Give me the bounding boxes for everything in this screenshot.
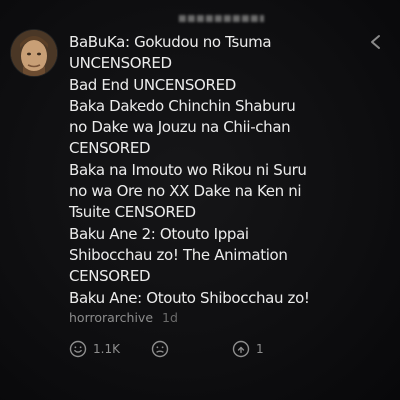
comment-line: no Dake wa Jouzu na Chii-chan [69, 118, 291, 137]
reply-count: 1 [256, 342, 264, 356]
comment-actions: 1.1K 1 [69, 340, 279, 362]
comment-line: Tsuite CENSORED [69, 203, 196, 222]
dislike-button[interactable] [151, 340, 169, 358]
user-avatar-icon [11, 30, 57, 76]
comment-screen: ■■■■■■■■■■■■■ BaBuKa: Gokudou no Tsuma U… [0, 0, 400, 400]
comment-line: no wa Ore no XX Dake na Ken ni [69, 182, 302, 201]
like-count: 1.1K [93, 342, 120, 356]
comment-line: Baku Ane 2: Otouto Ippai [69, 224, 249, 243]
reply-icon [232, 340, 250, 358]
comment-line: Baka na Imouto wo Rikou ni Suru [69, 160, 307, 179]
comment-line: UNCENSORED [69, 54, 172, 73]
comment-line: Bad End UNCENSORED [69, 75, 236, 94]
share-icon[interactable] [366, 32, 386, 52]
author-username[interactable]: horrorarchive [69, 310, 153, 325]
comment-line: CENSORED [69, 139, 151, 158]
comment-line: BaBuKa: Gokudou no Tsuma [69, 33, 272, 51]
comment-line: Baku Ane: Otouto Shibocchau zo! [69, 288, 310, 307]
comment-line: Baka Dakedo Chinchin Shaburu [69, 96, 296, 115]
comment-text: BaBuKa: Gokudou no Tsuma UNCENSORED Bad … [69, 32, 359, 309]
comment-line: Shibocchau zo! The Animation [69, 245, 288, 264]
comment-time: 1d [162, 310, 178, 325]
blurred-header-text: ■■■■■■■■■■■■■ [178, 14, 264, 24]
comment-meta: horrorarchive 1d [69, 310, 178, 325]
comment-line: CENSORED [69, 267, 151, 286]
reply-button[interactable]: 1 [232, 340, 264, 358]
like-button[interactable]: 1.1K [69, 340, 120, 358]
smile-icon [69, 340, 87, 358]
avatar[interactable] [11, 30, 57, 76]
neutral-face-icon [151, 340, 169, 358]
